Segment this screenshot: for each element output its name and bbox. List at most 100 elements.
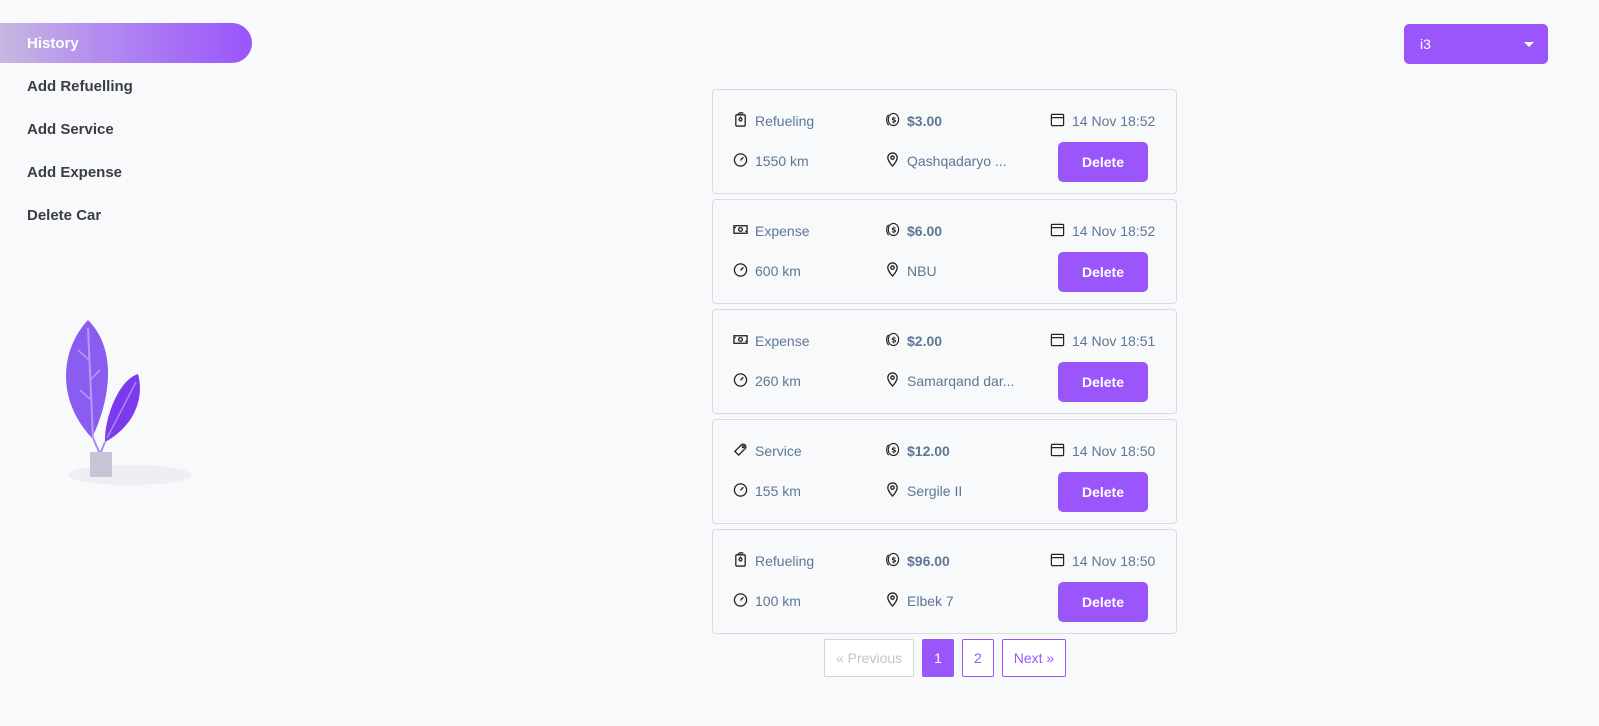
sidebar-item-add-expense[interactable]: Add Expense — [0, 152, 252, 192]
record-odometer-value: 600 km — [755, 263, 801, 279]
calendar-icon — [1050, 332, 1072, 350]
sidebar-item-delete-car[interactable]: Delete Car — [0, 195, 252, 235]
record-amount-value: $6.00 — [907, 223, 943, 239]
record-date: 14 Nov 18:51 — [1050, 332, 1155, 350]
coin-icon: $ — [885, 332, 907, 350]
speedometer-icon — [733, 592, 755, 610]
sidebar-item-add-service[interactable]: Add Service — [0, 109, 252, 149]
plant-illustration — [66, 320, 192, 485]
car-select[interactable]: i3 — [1404, 24, 1548, 64]
sidebar-item-history[interactable]: History — [0, 23, 252, 63]
speedometer-icon — [733, 262, 755, 280]
cash-icon — [733, 332, 755, 350]
record-location: Samarqand dar... — [885, 372, 1014, 390]
record-amount-value: $12.00 — [907, 443, 950, 459]
record-location: NBU — [885, 262, 937, 280]
record-amount: $ $2.00 — [885, 332, 942, 350]
record-location-value: Samarqand dar... — [907, 373, 1015, 389]
record-amount: $ $96.00 — [885, 552, 950, 570]
pagination: « Previous 1 2 Next » — [824, 639, 1067, 677]
record-amount: $ $6.00 — [885, 222, 942, 240]
map-pin-icon — [885, 482, 907, 500]
svg-text:$: $ — [891, 335, 896, 344]
page-button-1[interactable]: 1 — [922, 639, 954, 677]
record-location: Elbek 7 — [885, 592, 954, 610]
cash-icon — [733, 222, 755, 240]
record-date-value: 14 Nov 18:52 — [1072, 223, 1156, 239]
record-location: Sergile II — [885, 482, 962, 500]
record-date: 14 Nov 18:52 — [1050, 222, 1155, 240]
record-location-value: Elbek 7 — [907, 593, 954, 609]
record-amount-value: $2.00 — [907, 333, 943, 349]
record-odometer-value: 260 km — [755, 373, 801, 389]
record-type: Refueling — [733, 552, 814, 570]
page-button-2[interactable]: 2 — [961, 639, 994, 677]
record-date-value: 14 Nov 18:52 — [1072, 113, 1156, 129]
map-pin-icon — [885, 372, 907, 390]
history-card: Expense $ $2.00 14 Nov 18:51 260 km Sama… — [712, 309, 1177, 414]
record-type-label: Service — [755, 443, 802, 459]
record-type: Expense — [733, 332, 809, 350]
coin-icon: $ — [885, 442, 907, 460]
delete-button[interactable]: Delete — [1058, 142, 1148, 182]
delete-button[interactable]: Delete — [1058, 582, 1148, 622]
calendar-icon — [1050, 112, 1072, 130]
record-location: Qashqadaryo ... — [885, 152, 1007, 170]
record-amount: $ $3.00 — [885, 112, 942, 130]
record-odometer-value: 155 km — [755, 483, 801, 499]
calendar-icon — [1050, 552, 1072, 570]
next-page-button[interactable]: Next » — [1001, 639, 1067, 677]
caret-down-icon — [1524, 42, 1534, 47]
wrench-icon — [733, 442, 755, 460]
record-date-value: 14 Nov 18:50 — [1072, 553, 1156, 569]
record-amount: $ $12.00 — [885, 442, 950, 460]
coin-icon: $ — [885, 552, 907, 570]
svg-text:$: $ — [891, 115, 896, 124]
record-odometer-value: 1550 km — [755, 153, 809, 169]
map-pin-icon — [885, 152, 907, 170]
history-card: Service $ $12.00 14 Nov 18:50 155 km Ser… — [712, 419, 1177, 524]
calendar-icon — [1050, 222, 1072, 240]
record-odometer: 100 km — [733, 592, 801, 610]
record-odometer: 155 km — [733, 482, 801, 500]
svg-text:$: $ — [891, 225, 896, 234]
record-type-label: Expense — [755, 223, 810, 239]
calendar-icon — [1050, 442, 1072, 460]
record-type-label: Expense — [755, 333, 810, 349]
coin-icon: $ — [885, 112, 907, 130]
record-location-value: NBU — [907, 263, 937, 279]
delete-button[interactable]: Delete — [1058, 362, 1148, 402]
previous-page-button[interactable]: « Previous — [824, 639, 915, 677]
record-odometer: 1550 km — [733, 152, 809, 170]
speedometer-icon — [733, 152, 755, 170]
record-date: 14 Nov 18:50 — [1050, 442, 1155, 460]
speedometer-icon — [733, 482, 755, 500]
history-card: Refueling $ $96.00 14 Nov 18:50 100 km E… — [712, 529, 1177, 634]
record-type: Service — [733, 442, 802, 460]
record-type-label: Refueling — [755, 553, 815, 569]
record-type-label: Refueling — [755, 113, 815, 129]
record-odometer: 600 km — [733, 262, 801, 280]
record-odometer: 260 km — [733, 372, 801, 390]
history-list: Refueling $ $3.00 14 Nov 18:52 1550 km Q… — [712, 89, 1177, 639]
record-amount-value: $96.00 — [907, 553, 950, 569]
record-type: Refueling — [733, 112, 814, 130]
record-location-value: Qashqadaryo ... — [907, 153, 1007, 169]
car-select-value: i3 — [1420, 36, 1431, 52]
app-root: History Add Refuelling Add Service Add E… — [0, 0, 1599, 726]
fuel-icon — [733, 112, 755, 130]
record-date-value: 14 Nov 18:50 — [1072, 443, 1156, 459]
coin-icon: $ — [885, 222, 907, 240]
sidebar: History Add Refuelling Add Service Add E… — [0, 23, 252, 238]
svg-text:$: $ — [891, 555, 896, 564]
record-type: Expense — [733, 222, 809, 240]
svg-text:$: $ — [891, 445, 896, 454]
sidebar-item-add-refuelling[interactable]: Add Refuelling — [0, 66, 252, 106]
record-amount-value: $3.00 — [907, 113, 943, 129]
record-odometer-value: 100 km — [755, 593, 801, 609]
record-date-value: 14 Nov 18:51 — [1072, 333, 1156, 349]
delete-button[interactable]: Delete — [1058, 252, 1148, 292]
history-card: Refueling $ $3.00 14 Nov 18:52 1550 km Q… — [712, 89, 1177, 194]
delete-button[interactable]: Delete — [1058, 472, 1148, 512]
map-pin-icon — [885, 262, 907, 280]
